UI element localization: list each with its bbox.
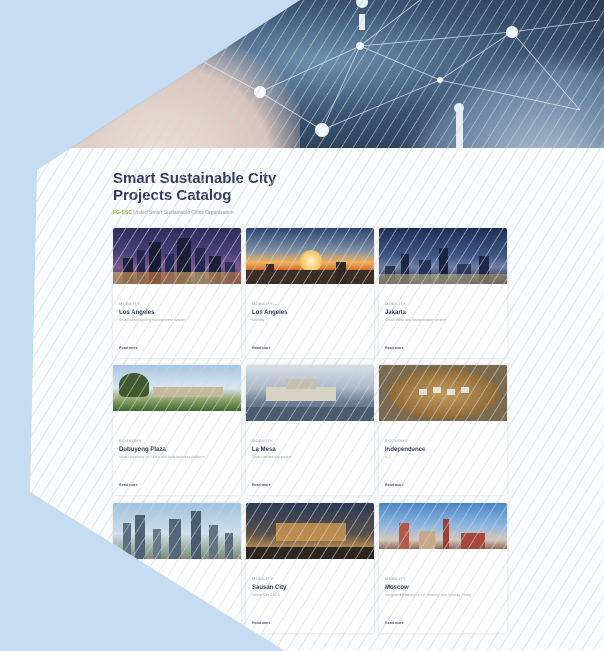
project-name: Dubuyong Plaza — [119, 447, 166, 453]
network-graphic — [199, 0, 601, 148]
project-category: MOBILITY — [385, 576, 407, 581]
network-node-icon — [356, 42, 364, 50]
project-card[interactable]: ECONOMY Independence ICT Read more — [379, 365, 507, 495]
project-image — [113, 228, 241, 284]
project-category: MOBILITY — [252, 576, 274, 581]
project-card[interactable]: MOBILITY Moscow Integrated Platform of t… — [379, 503, 507, 633]
page-subtitle: FG-SSC United Smart Sustainable Cities O… — [113, 210, 234, 216]
project-category: ECONOMY — [385, 438, 408, 443]
project-name: Jakarta — [385, 310, 407, 316]
read-more-link[interactable]: Read more — [385, 621, 404, 625]
project-description: Smart economy for SMEs and local busines… — [119, 455, 205, 459]
read-more-link[interactable]: Read more — [252, 621, 271, 625]
read-more-link[interactable]: Read more — [385, 483, 404, 487]
project-description: ICT — [385, 455, 391, 459]
read-more-link[interactable]: Read more — [252, 483, 271, 487]
project-name: Moscow — [385, 585, 409, 591]
project-category: MOBILITY — [252, 301, 274, 306]
network-node-icon — [506, 26, 518, 38]
read-more-link[interactable]: Read more — [119, 346, 138, 350]
project-description: Integrated Platform of the Moscow and In… — [385, 593, 471, 597]
project-name: La Mesa — [252, 447, 276, 453]
project-card[interactable] — [113, 503, 241, 633]
page-title: Smart Sustainable City Projects Catalog — [113, 170, 333, 204]
network-node-icon — [254, 86, 266, 98]
read-more-link[interactable]: Read more — [119, 483, 138, 487]
subtitle-text: United Smart Sustainable Cities Organiza… — [133, 210, 234, 216]
project-category: MOBILITY — [385, 301, 407, 306]
project-name: Los Angeles — [119, 310, 155, 316]
project-category: MOBILITY — [252, 438, 274, 443]
project-description: Virtual City CBFS — [252, 593, 280, 597]
project-name: Independence — [385, 447, 426, 453]
hero-banner — [30, 0, 604, 148]
subtitle-tag: FG-SSC — [113, 210, 132, 216]
project-card[interactable]: MOBILITY La Mesa Smart vibrant city proj… — [246, 365, 374, 495]
project-image — [246, 228, 374, 284]
project-image — [379, 503, 507, 549]
project-category: ECONOMY — [119, 438, 142, 443]
project-category: MOBILITY — [119, 301, 141, 306]
project-image — [246, 365, 374, 421]
location-pin-icon — [454, 103, 464, 148]
project-image — [246, 503, 374, 559]
project-image — [113, 365, 241, 411]
catalog-page: Smart Sustainable City Projects Catalog … — [30, 0, 604, 651]
project-description: Smart street lighting management system — [119, 318, 186, 322]
project-image — [379, 228, 507, 284]
project-card[interactable]: MOBILITY Los Angeles Mobility Read more — [246, 228, 374, 358]
project-card[interactable]: MOBILITY Los Angeles Smart street lighti… — [113, 228, 241, 358]
project-card[interactable]: ECONOMY Dubuyong Plaza Smart economy for… — [113, 365, 241, 495]
project-name: Sausan City — [252, 585, 287, 591]
project-image — [113, 503, 241, 559]
project-card[interactable]: MOBILITY Sausan City Virtual City CBFS R… — [246, 503, 374, 633]
location-pin-icon — [356, 0, 369, 30]
project-name: Los Angeles — [252, 310, 288, 316]
project-description: Mobility — [252, 318, 265, 322]
project-card[interactable]: MOBILITY Jakarta Smart traffic and trans… — [379, 228, 507, 358]
project-description: Smart vibrant city project — [252, 455, 292, 459]
page-title-line-2: Projects Catalog — [113, 187, 232, 204]
page-title-line-1: Smart Sustainable City — [113, 170, 277, 187]
read-more-link[interactable]: Read more — [252, 346, 271, 350]
project-description: Smart traffic and transportation project — [385, 318, 447, 322]
network-node-icon — [315, 123, 329, 137]
network-node-icon — [437, 77, 443, 83]
project-image — [379, 365, 507, 421]
read-more-link[interactable]: Read more — [385, 346, 404, 350]
